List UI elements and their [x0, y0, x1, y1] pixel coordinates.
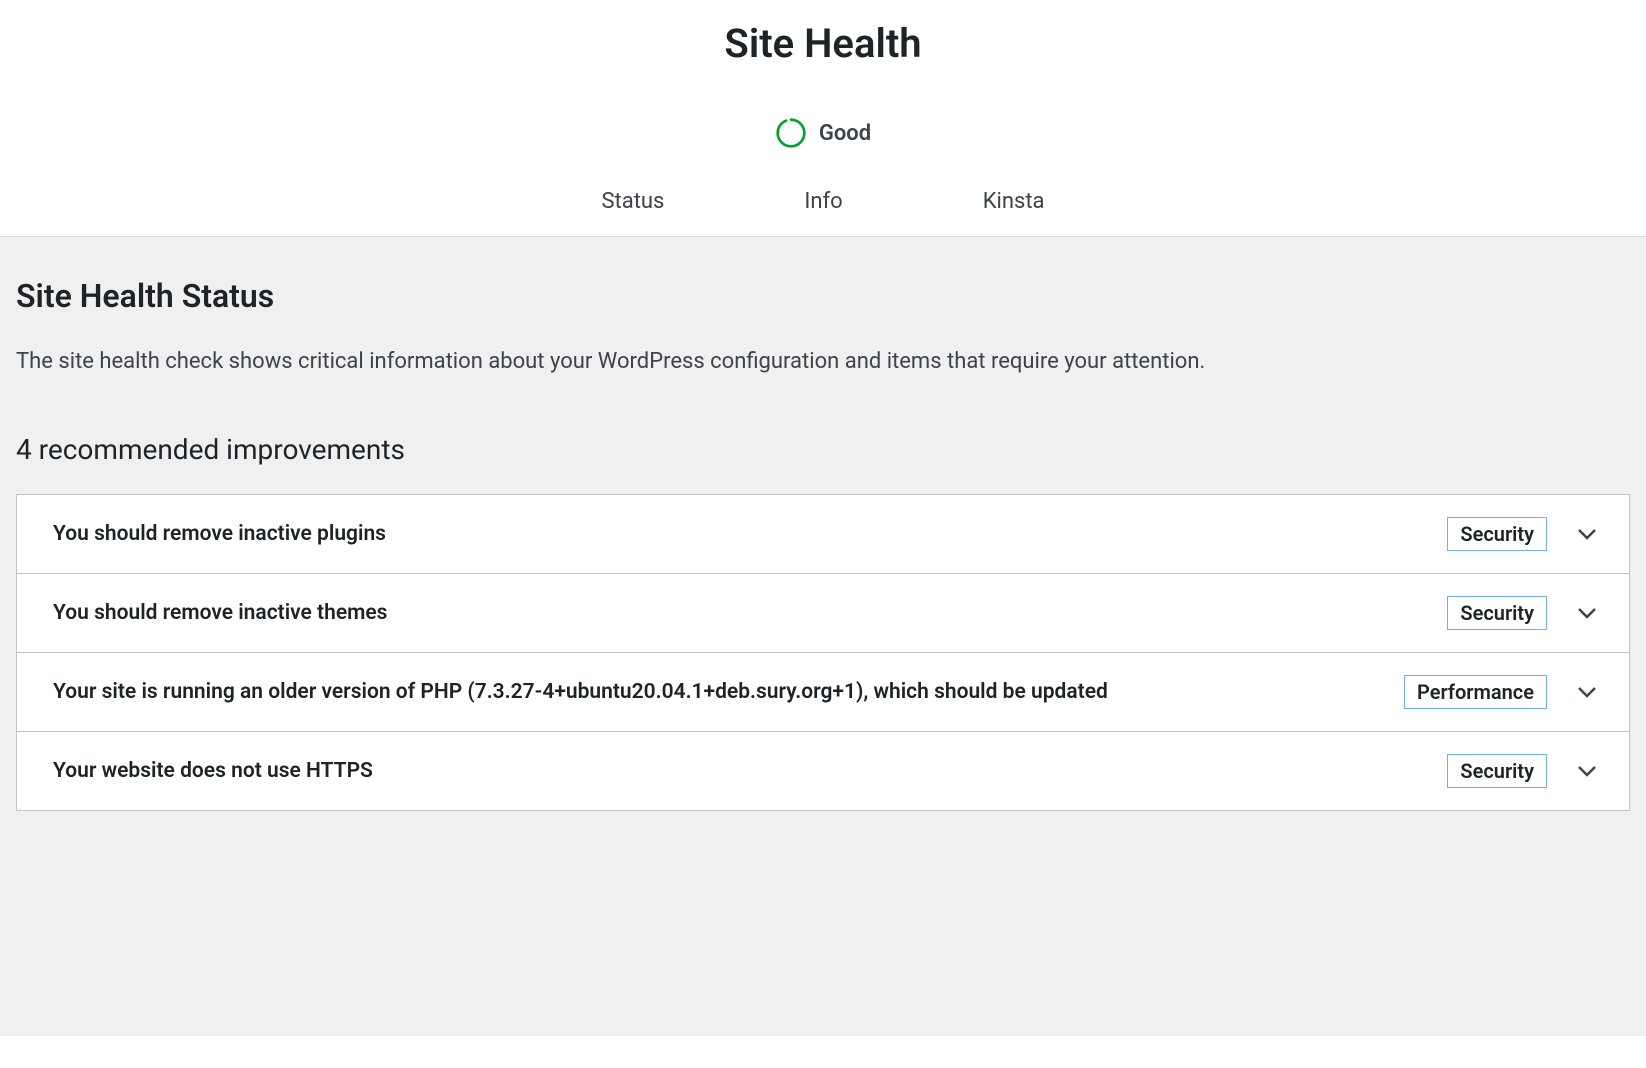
accordion-item-right: Security	[1447, 754, 1599, 788]
chevron-down-icon	[1575, 601, 1599, 625]
accordion-item-title: You should remove inactive themes	[53, 598, 1437, 628]
tab-kinsta[interactable]: Kinsta	[983, 189, 1045, 214]
accordion-item-right: Security	[1447, 517, 1599, 551]
badge-performance: Performance	[1404, 675, 1547, 709]
badge-security: Security	[1447, 754, 1547, 788]
content: Site Health Status The site health check…	[0, 236, 1646, 1036]
status-indicator: Good	[0, 117, 1646, 149]
badge-security: Security	[1447, 596, 1547, 630]
chevron-down-icon	[1575, 680, 1599, 704]
tab-info[interactable]: Info	[804, 189, 842, 214]
status-circle-icon	[775, 117, 807, 149]
section-description: The site health check shows critical inf…	[16, 347, 1630, 378]
accordion-item-title: Your website does not use HTTPS	[53, 756, 1437, 786]
status-label: Good	[819, 121, 871, 146]
accordion-item-right: Security	[1447, 596, 1599, 630]
chevron-down-icon	[1575, 759, 1599, 783]
accordion-item-inactive-plugins[interactable]: You should remove inactive plugins Secur…	[17, 495, 1629, 574]
tab-status[interactable]: Status	[601, 189, 664, 214]
accordion-item-title: You should remove inactive plugins	[53, 519, 1437, 549]
chevron-down-icon	[1575, 522, 1599, 546]
improvements-title: 4 recommended improvements	[16, 433, 1630, 466]
accordion-item-right: Performance	[1404, 675, 1599, 709]
section-title: Site Health Status	[16, 277, 1630, 315]
tabs: Status Info Kinsta	[0, 189, 1646, 236]
badge-security: Security	[1447, 517, 1547, 551]
accordion-item-php-version[interactable]: Your site is running an older version of…	[17, 653, 1629, 732]
header: Site Health Good Status Info Kinsta	[0, 0, 1646, 236]
page-title: Site Health	[0, 20, 1646, 67]
accordion-item-title: Your site is running an older version of…	[53, 677, 1394, 707]
accordion: You should remove inactive plugins Secur…	[16, 494, 1630, 811]
accordion-item-inactive-themes[interactable]: You should remove inactive themes Securi…	[17, 574, 1629, 653]
accordion-item-https[interactable]: Your website does not use HTTPS Security	[17, 732, 1629, 810]
